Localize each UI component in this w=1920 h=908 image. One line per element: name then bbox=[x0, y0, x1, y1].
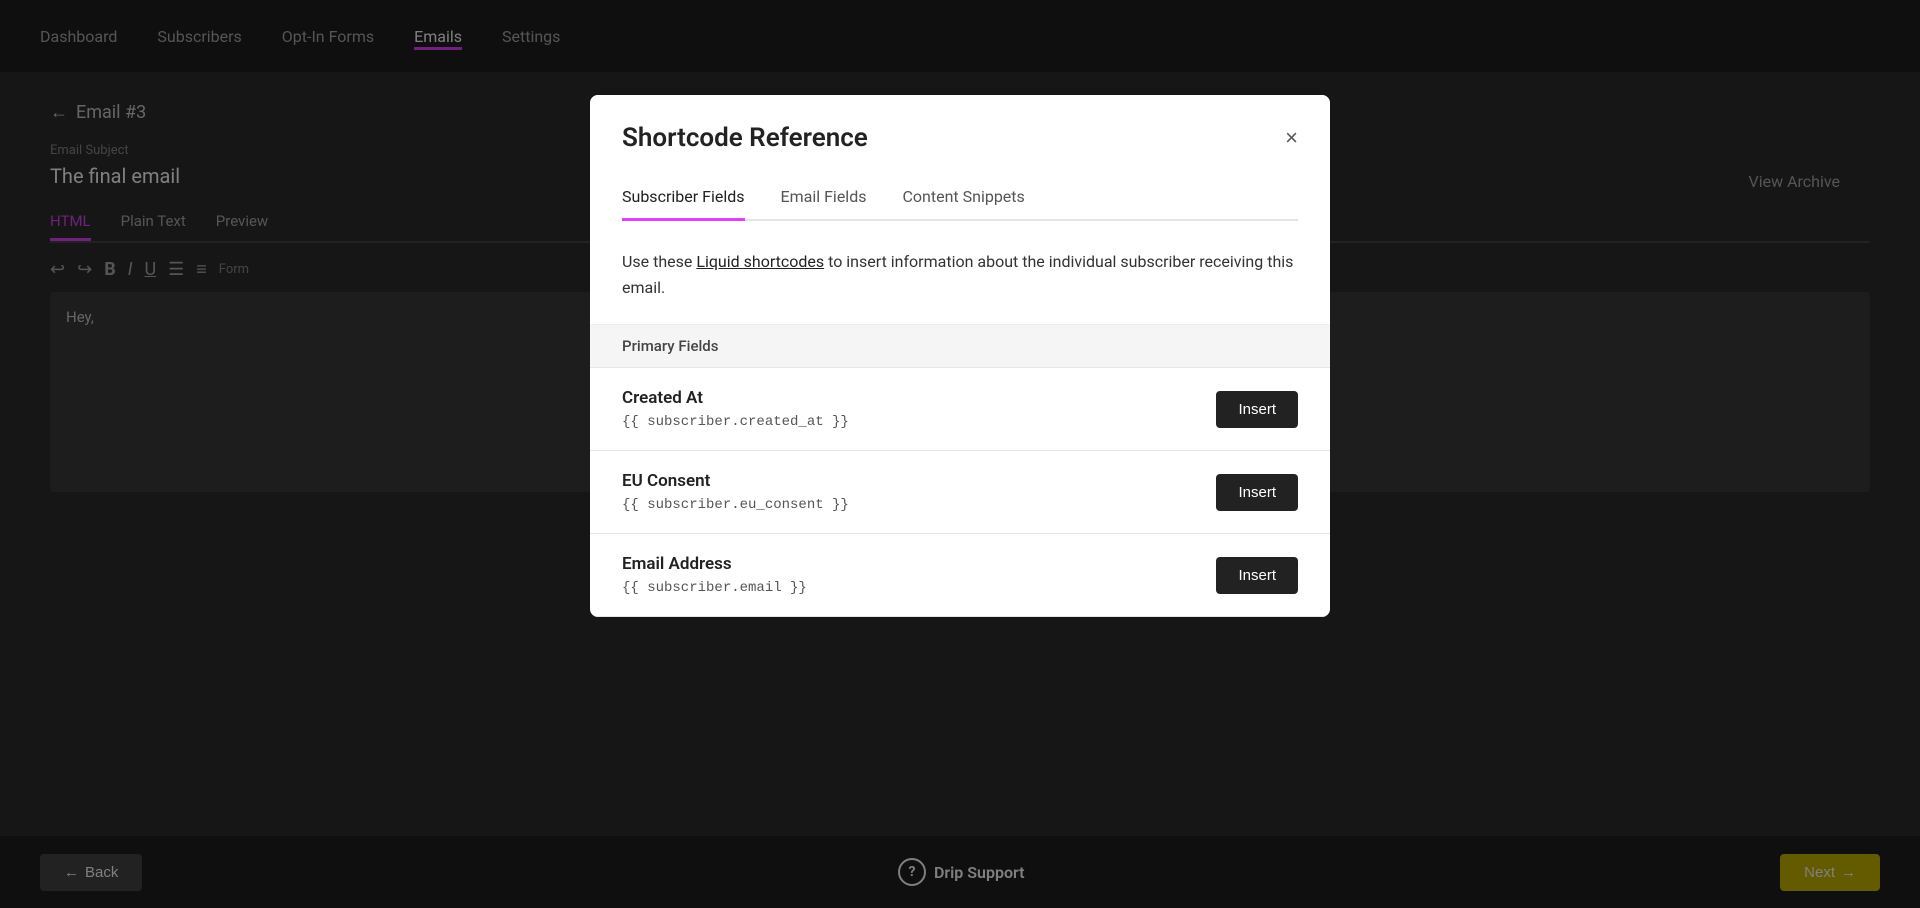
shortcode-reference-modal: Shortcode Reference × Subscriber Fields … bbox=[590, 95, 1330, 617]
field-name-created-at: Created At bbox=[622, 388, 1216, 408]
field-info-eu-consent: EU Consent {{ subscriber.eu_consent }} bbox=[622, 471, 1216, 513]
insert-button-eu-consent[interactable]: Insert bbox=[1216, 474, 1298, 511]
field-name-email-address: Email Address bbox=[622, 554, 1216, 574]
field-row-email-address: Email Address {{ subscriber.email }} Ins… bbox=[590, 534, 1330, 617]
field-row-created-at: Created At {{ subscriber.created_at }} I… bbox=[590, 368, 1330, 451]
modal-tab-email-fields[interactable]: Email Fields bbox=[781, 177, 867, 221]
insert-button-created-at[interactable]: Insert bbox=[1216, 391, 1298, 428]
description-prefix: Use these bbox=[622, 252, 696, 271]
modal-tabs: Subscriber Fields Email Fields Content S… bbox=[622, 177, 1298, 221]
modal-close-button[interactable]: × bbox=[1285, 127, 1298, 149]
liquid-shortcodes-link[interactable]: Liquid shortcodes bbox=[696, 252, 824, 271]
modal-body: Use these Liquid shortcodes to insert in… bbox=[590, 221, 1330, 617]
field-info-created-at: Created At {{ subscriber.created_at }} bbox=[622, 388, 1216, 430]
field-code-email-address: {{ subscriber.email }} bbox=[622, 580, 1216, 596]
modal-tab-content-snippets[interactable]: Content Snippets bbox=[902, 177, 1024, 221]
modal-title: Shortcode Reference bbox=[622, 123, 868, 153]
field-name-eu-consent: EU Consent bbox=[622, 471, 1216, 491]
modal-tab-subscriber-fields[interactable]: Subscriber Fields bbox=[622, 177, 745, 221]
field-row-eu-consent: EU Consent {{ subscriber.eu_consent }} I… bbox=[590, 451, 1330, 534]
modal-description: Use these Liquid shortcodes to insert in… bbox=[590, 221, 1330, 325]
insert-button-email-address[interactable]: Insert bbox=[1216, 557, 1298, 594]
modal-header: Shortcode Reference × Subscriber Fields … bbox=[590, 95, 1330, 221]
modal-title-row: Shortcode Reference × bbox=[622, 123, 1298, 153]
field-code-created-at: {{ subscriber.created_at }} bbox=[622, 414, 1216, 430]
field-info-email-address: Email Address {{ subscriber.email }} bbox=[622, 554, 1216, 596]
field-code-eu-consent: {{ subscriber.eu_consent }} bbox=[622, 497, 1216, 513]
primary-fields-section-header: Primary Fields bbox=[590, 325, 1330, 368]
